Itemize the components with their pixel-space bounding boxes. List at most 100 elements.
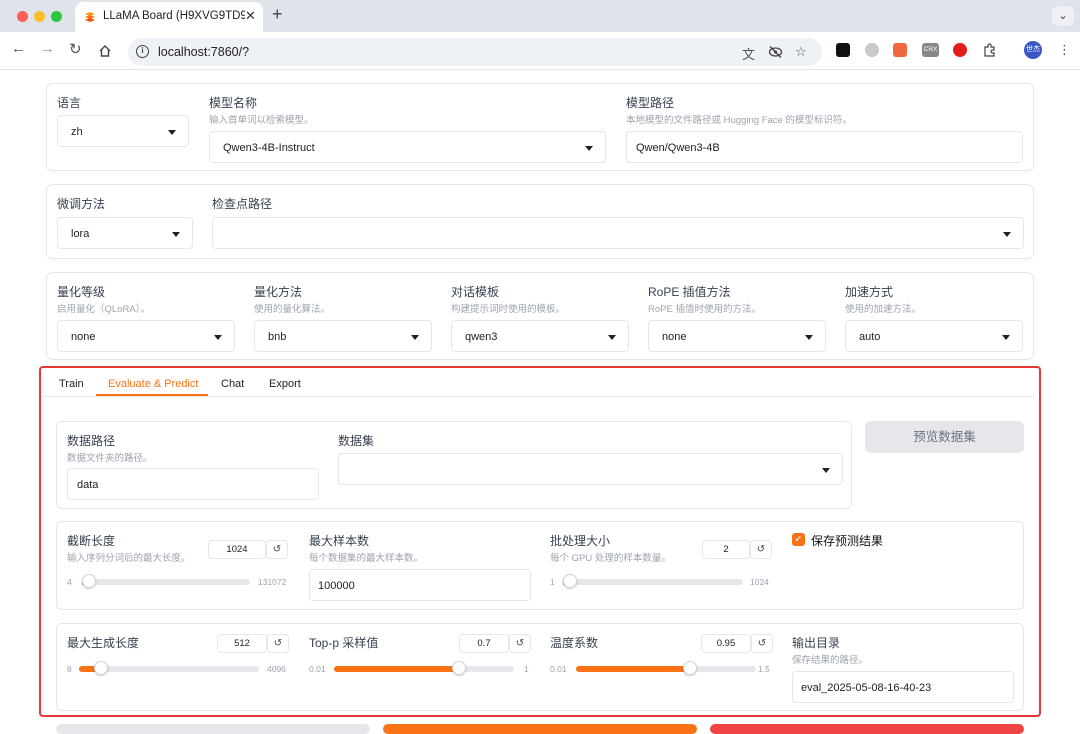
rope-scaling-value: none: [662, 331, 687, 343]
eye-off-icon[interactable]: [768, 45, 783, 59]
reload-icon[interactable]: ↻: [69, 40, 82, 58]
quantization-method-label: 量化方法: [254, 285, 303, 299]
extension-orange-icon[interactable]: [893, 43, 907, 57]
max-new-tokens-label: 最大生成长度: [67, 636, 140, 650]
dataset-dir-input[interactable]: data: [67, 468, 319, 500]
slider-thumb[interactable]: [563, 574, 577, 588]
browser-tab[interactable]: LLaMA Board (H9XVG9TD99 ✕: [75, 2, 263, 32]
menu-kebab-icon[interactable]: ⋮: [1058, 42, 1071, 58]
new-tab-icon[interactable]: +: [272, 4, 283, 25]
batch-size-slider[interactable]: [563, 574, 743, 588]
close-tab-icon[interactable]: ✕: [245, 8, 256, 24]
window-minimize-button[interactable]: [34, 11, 45, 22]
dataset-dir-hint: 数据文件夹的路径。: [67, 453, 153, 464]
booster-select[interactable]: auto: [845, 320, 1023, 352]
load-config-button[interactable]: [56, 724, 370, 734]
max-samples-input[interactable]: 100000: [309, 569, 531, 601]
chevron-down-icon[interactable]: ⌄: [1052, 6, 1074, 26]
model-name-hint: 输入首单词以检索模型。: [209, 115, 314, 126]
extension-dark-icon[interactable]: [836, 43, 850, 57]
window-zoom-button[interactable]: [51, 11, 62, 22]
address-bar[interactable]: i localhost:7860/? ⽂ ☆: [128, 38, 822, 66]
model-name-value: Qwen3-4B-Instruct: [223, 142, 315, 154]
extension-crx-icon[interactable]: CRX: [922, 43, 939, 57]
translate-icon[interactable]: ⽂: [742, 44, 755, 63]
template-value: qwen3: [465, 331, 498, 343]
model-name-select[interactable]: Qwen3-4B-Instruct: [209, 131, 606, 163]
tab-train[interactable]: Train: [59, 378, 84, 390]
back-arrow-icon[interactable]: ←: [11, 40, 26, 57]
reset-icon[interactable]: ↺: [267, 634, 289, 653]
model-path-input[interactable]: Qwen/Qwen3-4B: [626, 131, 1023, 163]
quantization-bit-label: 量化等级: [57, 285, 106, 299]
extension-gray-icon[interactable]: [865, 43, 879, 57]
window-close-button[interactable]: [17, 11, 28, 22]
language-select[interactable]: zh: [57, 115, 189, 147]
tab-divider: [44, 396, 1034, 397]
top-p-slider[interactable]: [334, 661, 514, 675]
url-text[interactable]: localhost:7860/?: [158, 45, 249, 59]
generation-params-group: 最大生成长度 512 ↺ 8 4096 Top-p 采样值 0.7 ↺ 0.01…: [56, 623, 1024, 711]
llama-factory-favicon-icon: [85, 12, 95, 22]
template-select[interactable]: qwen3: [451, 320, 629, 352]
stop-button[interactable]: [710, 724, 1024, 734]
quantization-bit-select[interactable]: none: [57, 320, 235, 352]
site-info-icon[interactable]: i: [136, 45, 149, 58]
dropdown-caret-icon: [1002, 335, 1010, 340]
slider-thumb[interactable]: [682, 661, 697, 675]
puzzle-icon[interactable]: [982, 42, 998, 58]
booster-value: auto: [859, 331, 881, 343]
forward-arrow-icon[interactable]: →: [40, 40, 55, 57]
predict-checkbox[interactable]: ✓: [792, 533, 805, 546]
top-p-number[interactable]: 0.7: [459, 634, 509, 653]
dropdown-caret-icon: [608, 335, 616, 340]
tab-export[interactable]: Export: [269, 378, 301, 390]
start-button[interactable]: [383, 724, 697, 734]
quantization-method-hint: 使用的量化算法。: [254, 304, 331, 315]
reset-icon[interactable]: ↺: [266, 540, 288, 559]
rope-scaling-label: RoPE 插值方法: [648, 285, 731, 299]
slider-thumb[interactable]: [94, 661, 109, 675]
cutoff-len-slider[interactable]: [82, 574, 250, 588]
star-icon[interactable]: ☆: [795, 44, 807, 60]
dataset-group: 数据路径 数据文件夹的路径。 data 数据集: [56, 421, 852, 509]
advanced-config-group: 量化等级 启用量化（QLoRA）。 none 量化方法 使用的量化算法。 bnb…: [46, 272, 1034, 360]
batch-size-number[interactable]: 2: [702, 540, 750, 559]
quantization-method-select[interactable]: bnb: [254, 320, 432, 352]
home-icon[interactable]: [98, 44, 112, 58]
reset-icon[interactable]: ↺: [509, 634, 531, 653]
slider-thumb[interactable]: [82, 574, 96, 588]
dropdown-caret-icon: [822, 468, 830, 473]
dropdown-caret-icon: [1003, 232, 1011, 237]
tab-chat[interactable]: Chat: [221, 378, 244, 390]
reset-icon[interactable]: ↺: [750, 540, 772, 559]
template-label: 对话模板: [451, 285, 500, 299]
booster-hint: 使用的加速方法。: [845, 304, 922, 315]
temperature-slider[interactable]: [576, 661, 756, 675]
output-dir-input[interactable]: eval_2025-05-08-16-40-23: [792, 671, 1014, 703]
rope-scaling-select[interactable]: none: [648, 320, 826, 352]
reset-icon[interactable]: ↺: [751, 634, 773, 653]
slider-thumb[interactable]: [452, 661, 467, 675]
dropdown-caret-icon: [805, 335, 813, 340]
cutoff-len-hint: 输入序列分词后的最大长度。: [67, 553, 191, 564]
checkpoint-path-select[interactable]: [212, 217, 1024, 249]
temperature-min: 0.01: [550, 664, 567, 674]
opera-icon[interactable]: [953, 43, 967, 57]
temperature-number[interactable]: 0.95: [701, 634, 751, 653]
predict-label[interactable]: 保存预测结果: [811, 532, 883, 549]
quantization-method-value: bnb: [268, 331, 287, 343]
max-new-tokens-slider[interactable]: [79, 661, 259, 675]
model-settings-group: 语言 zh 模型名称 输入首单词以检索模型。 Qwen3-4B-Instruct…: [46, 83, 1034, 171]
dataset-select[interactable]: [338, 453, 843, 485]
max-new-tokens-number[interactable]: 512: [217, 634, 267, 653]
cutoff-len-number[interactable]: 1024: [208, 540, 266, 559]
tab-evaluate-predict[interactable]: Evaluate & Predict: [108, 378, 199, 390]
quantization-bit-value: none: [71, 331, 96, 343]
finetune-type-label: 微调方法: [57, 197, 106, 211]
batch-size-max: 1024: [750, 577, 769, 587]
avatar[interactable]: 世杰: [1024, 41, 1042, 59]
preview-dataset-button[interactable]: 预览数据集: [865, 421, 1024, 453]
language-value: zh: [71, 126, 83, 138]
finetune-type-select[interactable]: lora: [57, 217, 193, 249]
